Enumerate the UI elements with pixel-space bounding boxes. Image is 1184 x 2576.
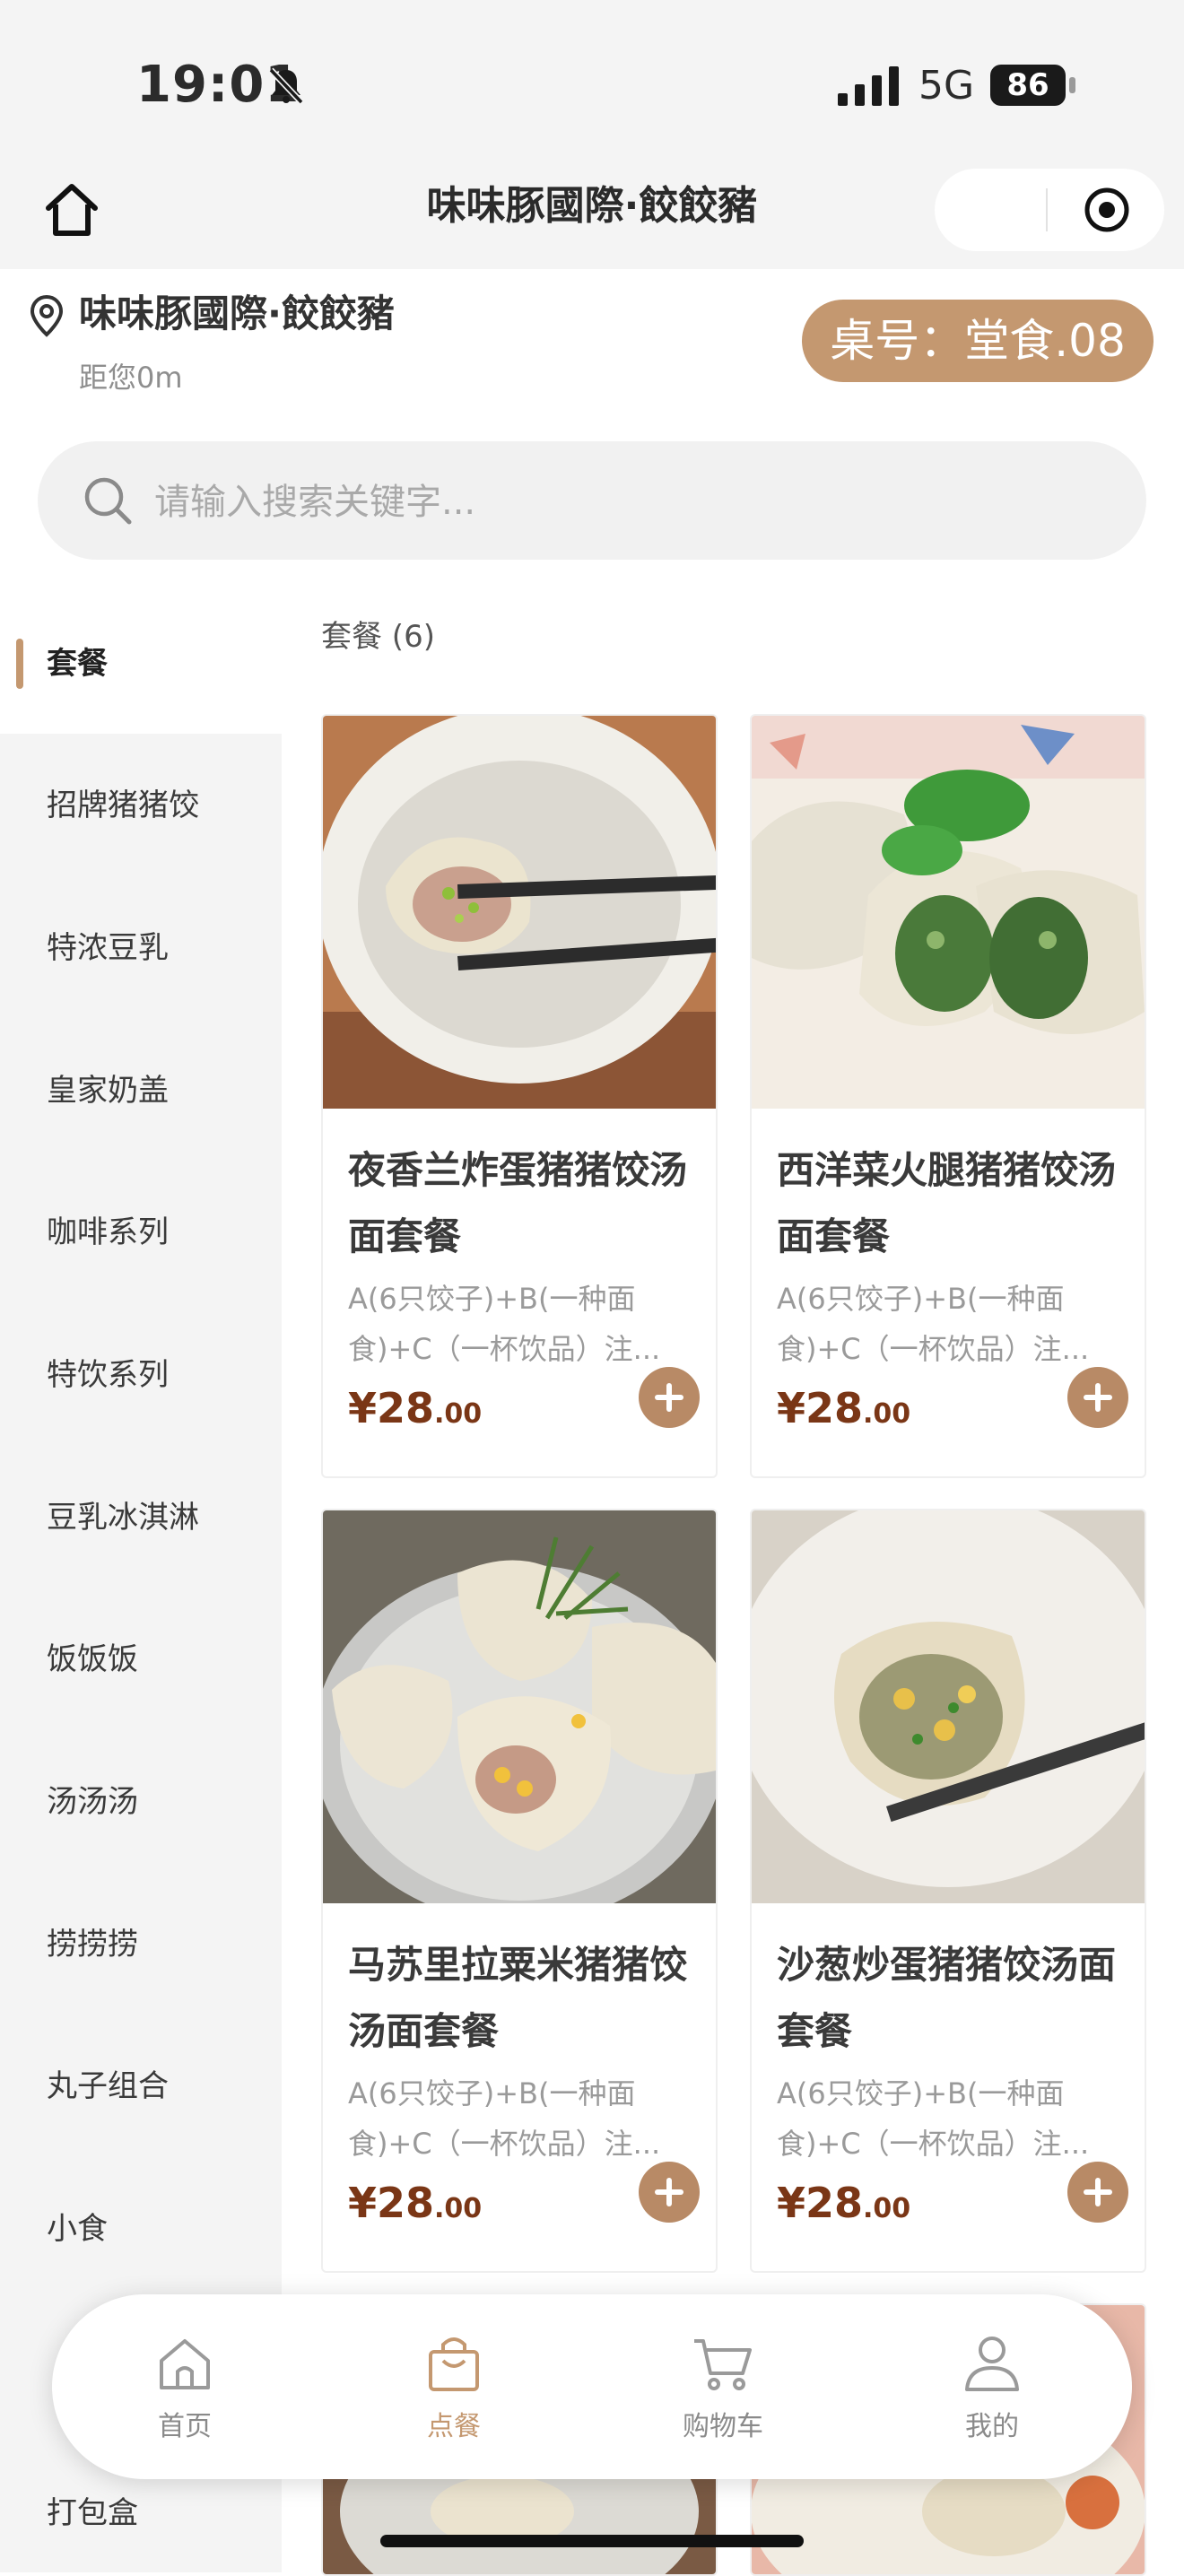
home-icon [160, 2339, 210, 2389]
tab-profile[interactable]: 我的 [902, 2330, 1082, 2443]
product-price: ¥28.00 [348, 2176, 482, 2240]
bell-muted-icon [268, 67, 304, 105]
add-to-cart-button[interactable] [1067, 1367, 1128, 1428]
product-image [323, 1510, 716, 1903]
product-description: A(6只饺子)+B(一种面食)+C（一杯饮品）注... [348, 2076, 661, 2161]
search-placeholder: 请输入搜索关键字... [154, 482, 476, 523]
product-title: 沙葱炒蛋猪猪饺汤面套餐 [777, 1943, 1117, 2053]
sidebar-item-rice[interactable]: 饭饭饭 [47, 1638, 138, 1681]
sidebar-item-milk-cap[interactable]: 皇家奶盖 [47, 1069, 169, 1112]
price-decimal: .00 [434, 2193, 483, 2224]
tab-cart[interactable]: 购物车 [633, 2330, 813, 2443]
product-card[interactable]: 沙葱炒蛋猪猪饺汤面套餐 A(6只饺子)+B(一种面食)+C（一杯饮品）注... … [750, 1509, 1146, 2273]
product-title: 马苏里拉粟米猪猪饺汤面套餐 [348, 1943, 688, 2053]
battery-level: 86 [1006, 67, 1049, 103]
price-main: ¥28 [348, 1384, 435, 1432]
home-icon[interactable] [41, 179, 102, 240]
tab-cart-label: 购物车 [683, 2411, 763, 2442]
search-icon [84, 477, 132, 525]
table-number-badge: 桌号：堂食.08 [802, 300, 1154, 382]
location-pin-icon [30, 294, 64, 337]
sidebar-item-snacks[interactable]: 小食 [47, 2207, 108, 2250]
tab-home-label: 首页 [158, 2411, 212, 2442]
price-decimal: .00 [863, 2193, 911, 2224]
product-price: ¥28.00 [777, 2176, 910, 2240]
tab-home[interactable]: 首页 [95, 2330, 274, 2443]
category-sidebar [0, 596, 282, 2572]
price-decimal: .00 [863, 1398, 911, 1430]
close-target-icon[interactable] [1082, 185, 1132, 235]
sidebar-item-takeout-box[interactable]: 打包盒 [47, 2492, 138, 2535]
product-description: A(6只饺子)+B(一种面食)+C（一杯饮品）注... [777, 1282, 1090, 1366]
capsule-divider [1046, 188, 1048, 231]
add-to-cart-button[interactable] [639, 2162, 700, 2223]
network-type: 5G [918, 63, 975, 109]
sidebar-item-soy-milk[interactable]: 特浓豆乳 [47, 927, 169, 970]
category-header: 套餐 (6) [321, 619, 435, 655]
price-decimal: .00 [434, 1398, 483, 1430]
add-to-cart-button[interactable] [1067, 2162, 1128, 2223]
sidebar-item-coffee[interactable]: 咖啡系列 [47, 1211, 169, 1254]
tab-order-label: 点餐 [427, 2411, 481, 2442]
store-name[interactable]: 味味豚國際·餃餃豬 [79, 289, 395, 339]
product-card[interactable]: 马苏里拉粟米猪猪饺汤面套餐 A(6只饺子)+B(一种面食)+C（一杯饮品）注..… [321, 1509, 718, 2273]
product-title: 西洋菜火腿猪猪饺汤面套餐 [777, 1148, 1117, 1258]
battery-icon: 86 [990, 65, 1076, 108]
sidebar-item-meatballs[interactable]: 丸子组合 [47, 2065, 169, 2108]
product-card[interactable]: 夜香兰炸蛋猪猪饺汤面套餐 A(6只饺子)+B(一种面食)+C（一杯饮品）注...… [321, 714, 718, 1478]
product-image [752, 1510, 1145, 1903]
price-main: ¥28 [777, 1384, 864, 1432]
sidebar-item-noodles[interactable]: 捞捞捞 [47, 1923, 138, 1966]
price-main: ¥28 [777, 2179, 864, 2227]
product-price: ¥28.00 [777, 1381, 910, 1445]
product-title: 夜香兰炸蛋猪猪饺汤面套餐 [348, 1148, 688, 1258]
tab-profile-label: 我的 [965, 2411, 1019, 2442]
product-image [323, 716, 716, 1109]
product-description: A(6只饺子)+B(一种面食)+C（一杯饮品）注... [777, 2076, 1090, 2161]
product-card[interactable]: 西洋菜火腿猪猪饺汤面套餐 A(6只饺子)+B(一种面食)+C（一杯饮品）注...… [750, 714, 1146, 1478]
sidebar-item-soup[interactable]: 汤汤汤 [47, 1780, 138, 1823]
shopping-bag-icon [429, 2337, 479, 2391]
page-title: 味味豚國際·餃餃豬 [426, 183, 758, 229]
cart-icon [694, 2339, 752, 2390]
product-description: A(6只饺子)+B(一种面食)+C（一杯饮品）注... [348, 1282, 661, 1366]
home-indicator [380, 2535, 804, 2547]
sidebar-active-background [0, 596, 282, 734]
signal-icon [838, 66, 899, 106]
tab-order[interactable]: 点餐 [364, 2330, 544, 2443]
product-price: ¥28.00 [348, 1381, 482, 1445]
product-image [752, 716, 1145, 1109]
user-icon [965, 2337, 1019, 2391]
add-to-cart-button[interactable] [639, 1367, 700, 1428]
sidebar-item-signature-dumplings[interactable]: 招牌猪猪饺 [47, 784, 199, 827]
store-distance: 距您0m [79, 361, 183, 395]
price-main: ¥28 [348, 2179, 435, 2227]
sidebar-active-indicator [16, 639, 23, 689]
sidebar-item-ice-cream[interactable]: 豆乳冰淇淋 [47, 1496, 199, 1539]
sidebar-item-special-drinks[interactable]: 特饮系列 [47, 1353, 169, 1397]
sidebar-item-taocan[interactable]: 套餐 [47, 642, 108, 685]
